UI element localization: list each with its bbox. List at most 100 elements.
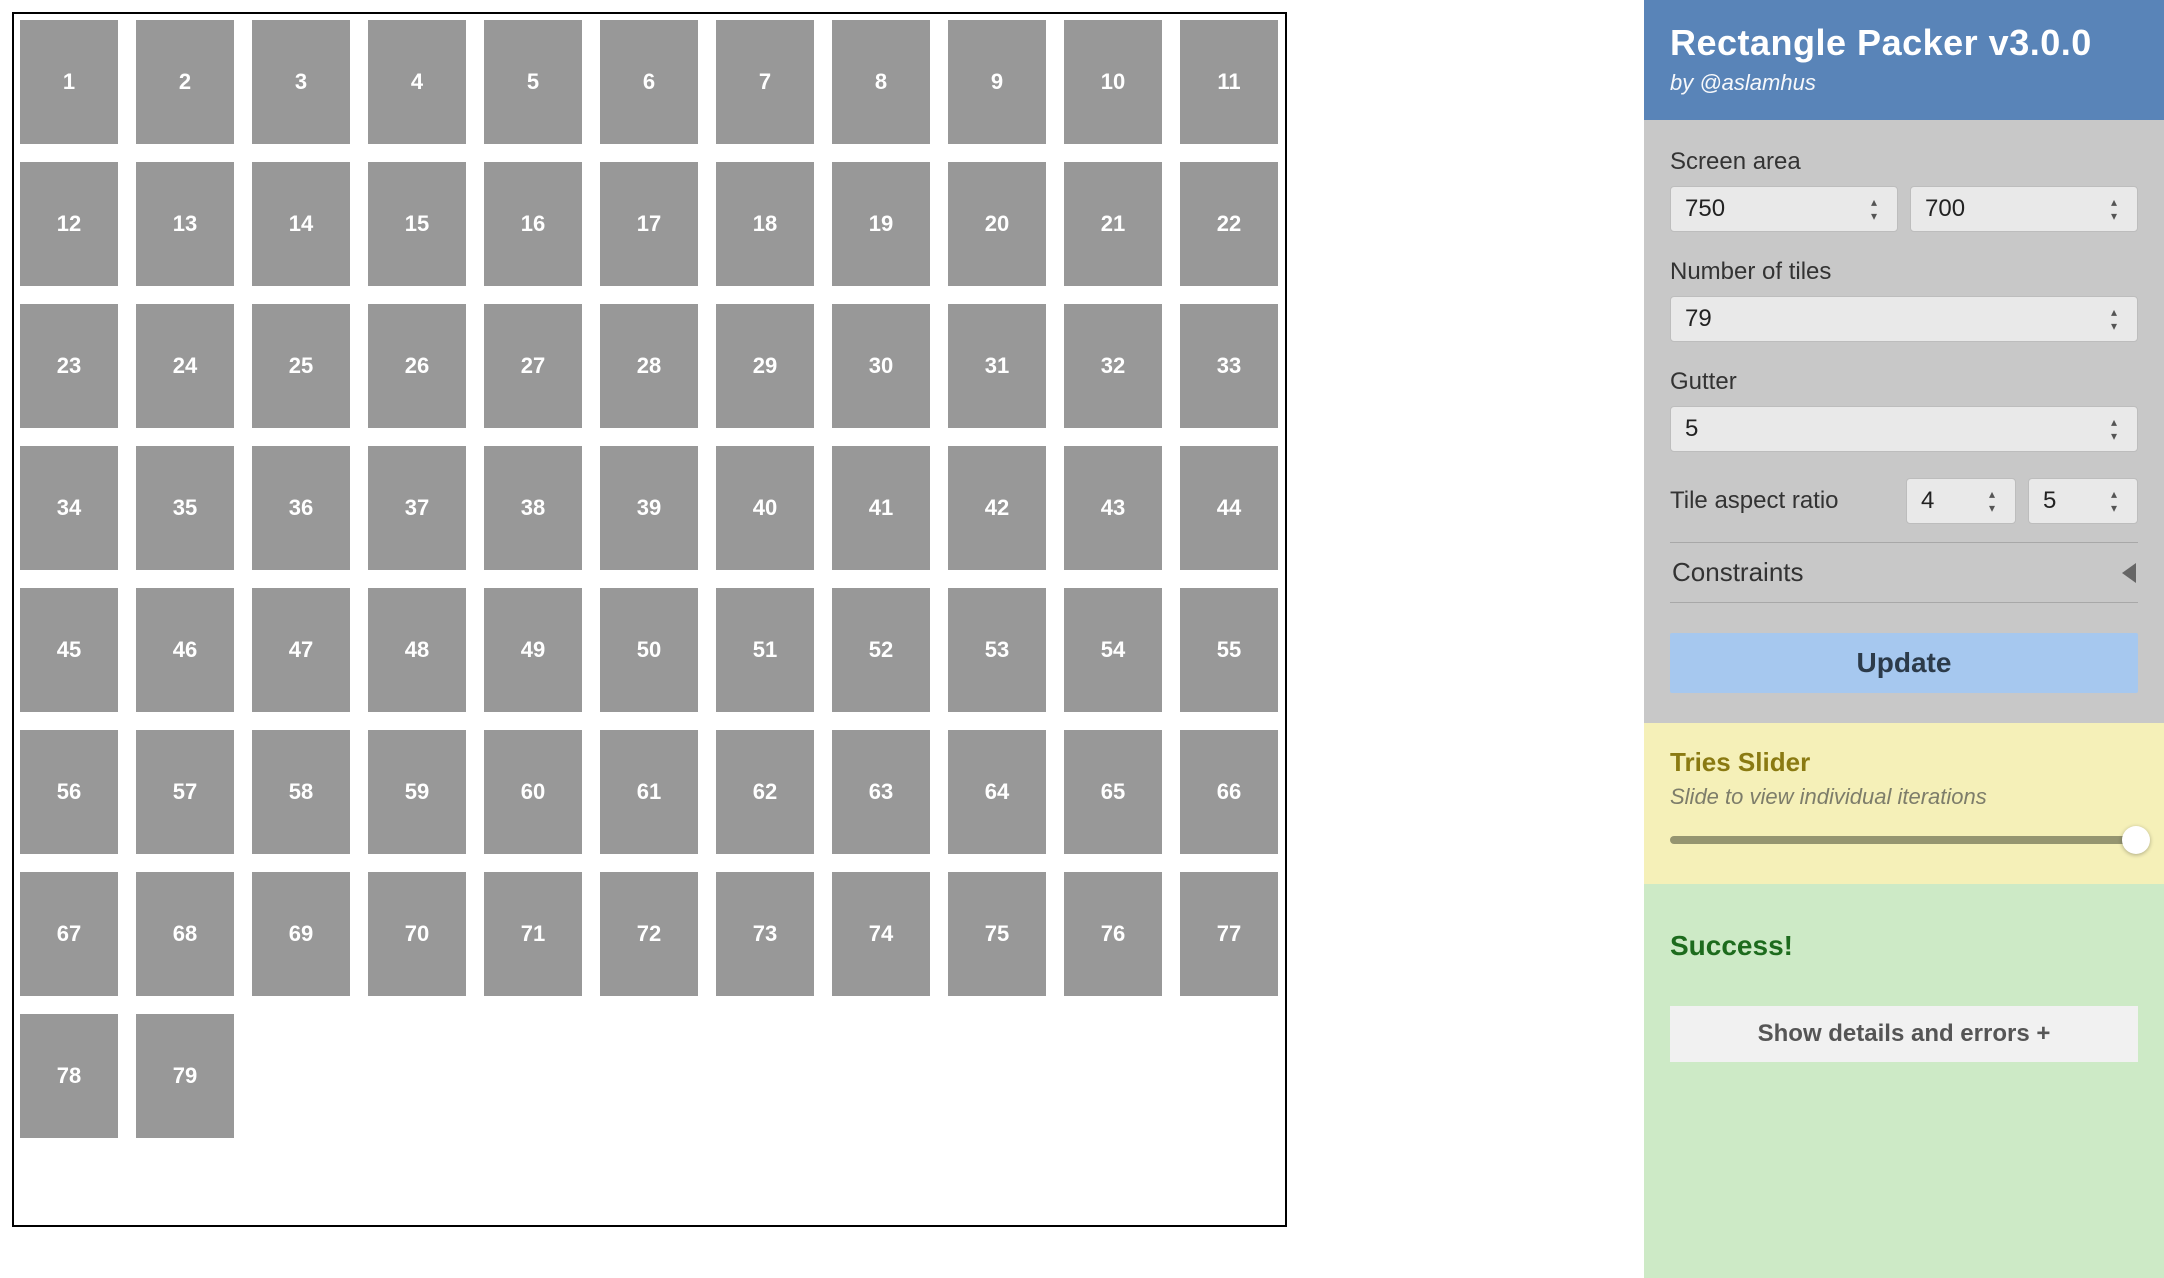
tile: 4: [368, 20, 466, 144]
result-status: Success!: [1670, 930, 2138, 962]
tile: 47: [252, 588, 350, 712]
tile: 57: [136, 730, 234, 854]
tile: 54: [1064, 588, 1162, 712]
tile: 36: [252, 446, 350, 570]
tile: 37: [368, 446, 466, 570]
gutter-label: Gutter: [1670, 368, 2138, 396]
aspect-ratio-control: Tile aspect ratio 4 ▴▾ 5 ▴▾: [1670, 478, 2138, 524]
aspect-height-input[interactable]: 5 ▴▾: [2028, 478, 2138, 524]
stepper-icon[interactable]: ▴▾: [2111, 486, 2131, 516]
tile: 18: [716, 162, 814, 286]
gutter-input[interactable]: 5 ▴▾: [1670, 406, 2138, 452]
tile: 79: [136, 1014, 234, 1138]
tries-slider-panel: Tries Slider Slide to view individual it…: [1644, 723, 2164, 884]
tile: 49: [484, 588, 582, 712]
tile: 39: [600, 446, 698, 570]
stepper-icon[interactable]: ▴▾: [1871, 194, 1891, 224]
tile: 15: [368, 162, 466, 286]
tile: 12: [20, 162, 118, 286]
tile: 14: [252, 162, 350, 286]
tile: 24: [136, 304, 234, 428]
gutter-value: 5: [1685, 415, 1698, 443]
num-tiles-control: Number of tiles 79 ▴▾: [1670, 258, 2138, 342]
tile: 46: [136, 588, 234, 712]
gutter-control: Gutter 5 ▴▾: [1670, 368, 2138, 452]
stepper-icon[interactable]: ▴▾: [1989, 486, 2009, 516]
tile: 61: [600, 730, 698, 854]
stepper-icon[interactable]: ▴▾: [2111, 414, 2131, 444]
tile: 65: [1064, 730, 1162, 854]
tile: 70: [368, 872, 466, 996]
tile: 9: [948, 20, 1046, 144]
screen-width-input[interactable]: 750 ▴▾: [1670, 186, 1898, 232]
tile: 2: [136, 20, 234, 144]
screen-height-value: 700: [1925, 195, 1965, 223]
aspect-height-value: 5: [2043, 487, 2056, 515]
tile: 32: [1064, 304, 1162, 428]
tries-slider[interactable]: [1670, 836, 2138, 844]
tile: 38: [484, 446, 582, 570]
tile: 21: [1064, 162, 1162, 286]
aspect-width-input[interactable]: 4 ▴▾: [1906, 478, 2016, 524]
tile: 58: [252, 730, 350, 854]
tile: 50: [600, 588, 698, 712]
tile: 44: [1180, 446, 1278, 570]
tile: 53: [948, 588, 1046, 712]
tile: 35: [136, 446, 234, 570]
update-button[interactable]: Update: [1670, 633, 2138, 693]
tries-slider-subtitle: Slide to view individual iterations: [1670, 784, 2138, 810]
tile: 51: [716, 588, 814, 712]
stepper-icon[interactable]: ▴▾: [2111, 194, 2131, 224]
tile: 7: [716, 20, 814, 144]
tile: 45: [20, 588, 118, 712]
app-byline: by @aslamhus: [1670, 70, 2138, 96]
screen-area-label: Screen area: [1670, 148, 2138, 176]
triangle-left-icon: [2122, 563, 2136, 583]
tile: 42: [948, 446, 1046, 570]
tile: 76: [1064, 872, 1162, 996]
tile: 10: [1064, 20, 1162, 144]
tile: 72: [600, 872, 698, 996]
num-tiles-input[interactable]: 79 ▴▾: [1670, 296, 2138, 342]
tile: 52: [832, 588, 930, 712]
tile: 74: [832, 872, 930, 996]
tile: 16: [484, 162, 582, 286]
stepper-icon[interactable]: ▴▾: [2111, 304, 2131, 334]
tile: 28: [600, 304, 698, 428]
tile: 63: [832, 730, 930, 854]
num-tiles-label: Number of tiles: [1670, 258, 2138, 286]
app-title: Rectangle Packer v3.0.0: [1670, 22, 2138, 64]
num-tiles-value: 79: [1685, 305, 1712, 333]
controls-panel: Screen area 750 ▴▾ 700 ▴▾ Number of tile…: [1644, 120, 2164, 723]
tile: 66: [1180, 730, 1278, 854]
tile: 11: [1180, 20, 1278, 144]
tile: 69: [252, 872, 350, 996]
tile: 41: [832, 446, 930, 570]
tile: 34: [20, 446, 118, 570]
sidebar: Rectangle Packer v3.0.0 by @aslamhus Scr…: [1644, 0, 2164, 1278]
tile: 56: [20, 730, 118, 854]
packing-stage: 1234567891011121314151617181920212223242…: [12, 12, 1287, 1227]
show-details-button[interactable]: Show details and errors +: [1670, 1006, 2138, 1062]
tile: 8: [832, 20, 930, 144]
tile: 27: [484, 304, 582, 428]
tile: 43: [1064, 446, 1162, 570]
tile: 59: [368, 730, 466, 854]
tile: 62: [716, 730, 814, 854]
tile: 55: [1180, 588, 1278, 712]
aspect-width-value: 4: [1921, 487, 1934, 515]
tile: 71: [484, 872, 582, 996]
constraints-label: Constraints: [1672, 557, 1804, 588]
tile: 13: [136, 162, 234, 286]
tile: 78: [20, 1014, 118, 1138]
tile: 19: [832, 162, 930, 286]
tile: 60: [484, 730, 582, 854]
screen-height-input[interactable]: 700 ▴▾: [1910, 186, 2138, 232]
slider-thumb-icon[interactable]: [2122, 826, 2150, 854]
tile: 48: [368, 588, 466, 712]
constraints-toggle[interactable]: Constraints: [1670, 542, 2138, 603]
tile: 6: [600, 20, 698, 144]
sidebar-header: Rectangle Packer v3.0.0 by @aslamhus: [1644, 0, 2164, 120]
tile: 30: [832, 304, 930, 428]
tile: 31: [948, 304, 1046, 428]
